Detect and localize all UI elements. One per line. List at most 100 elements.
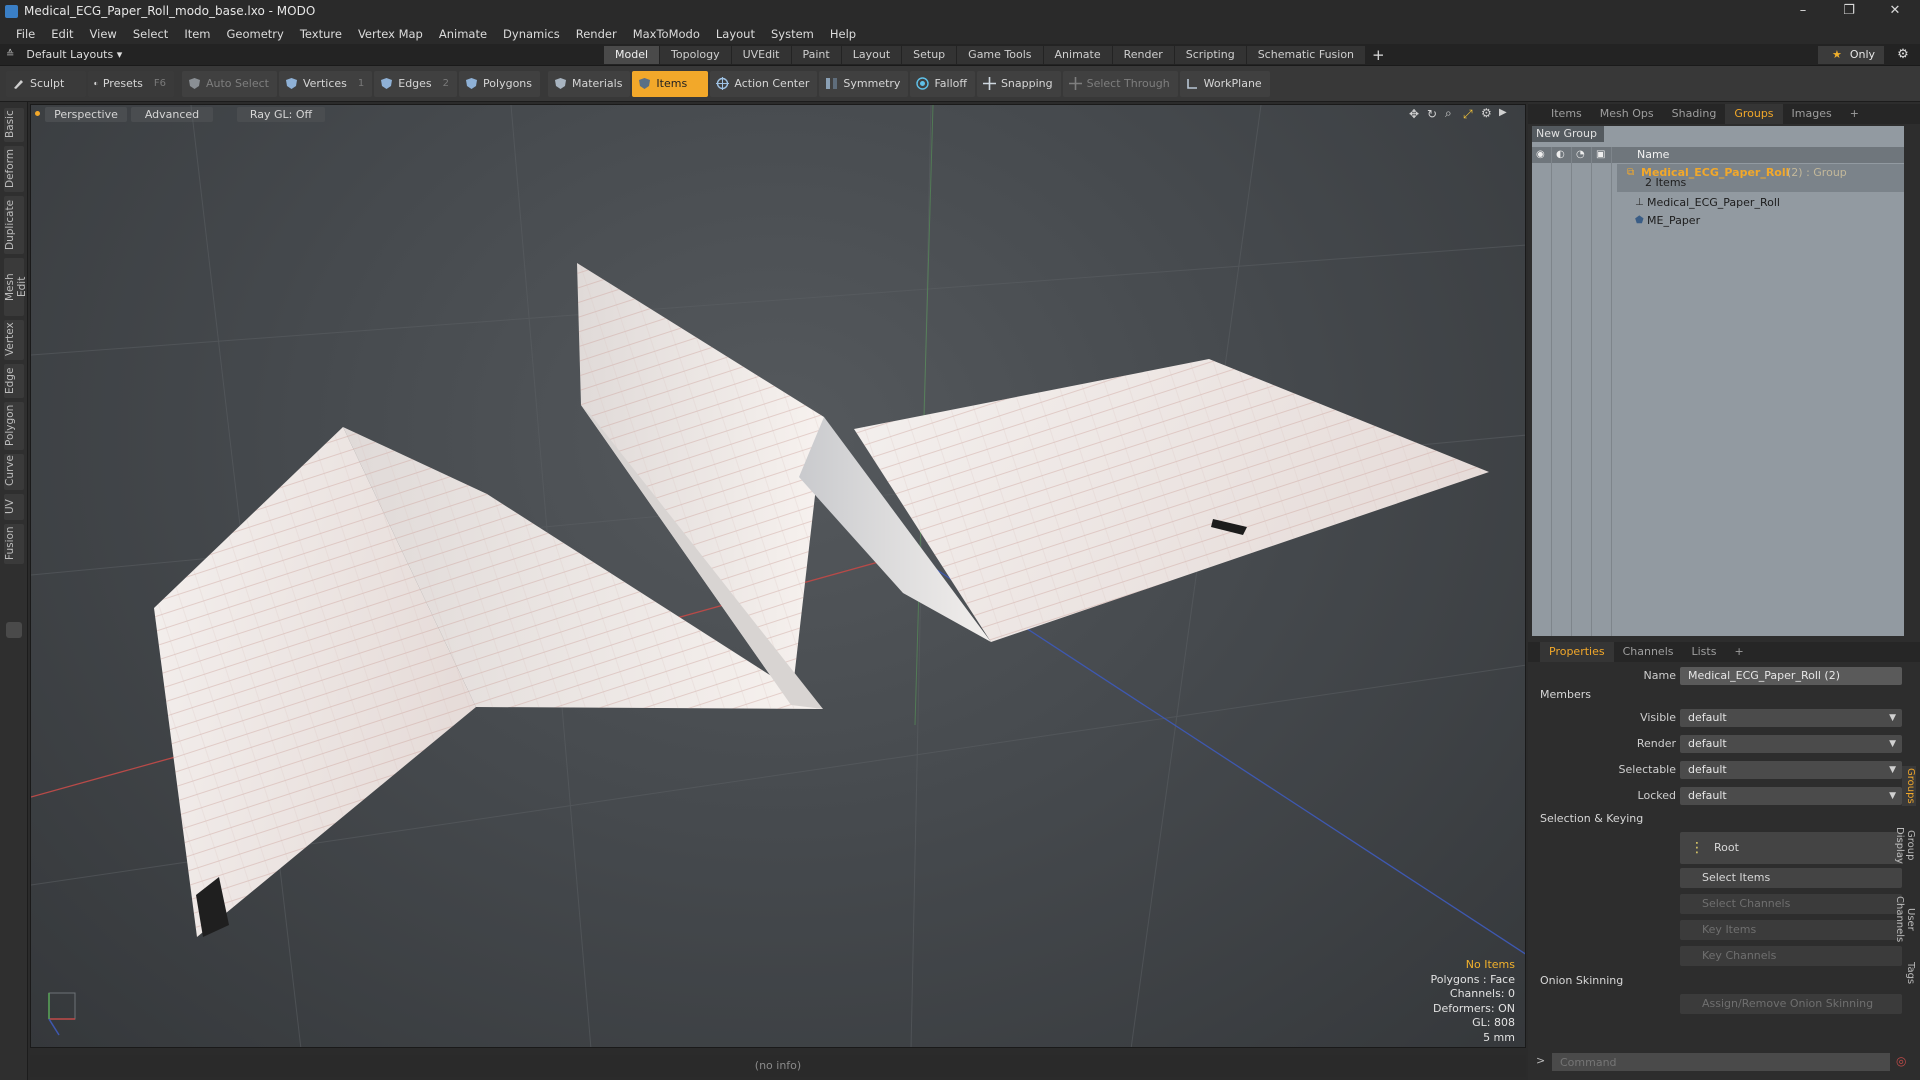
new-group-button[interactable]: New Group [1532,126,1604,142]
assign-onion-skinning-button[interactable]: Assign/Remove Onion Skinning [1680,994,1902,1014]
only-toggle[interactable]: ★ Only [1818,46,1884,64]
render-dropdown[interactable]: default ▼ [1680,735,1902,753]
left-panel-toggle-button[interactable] [6,622,22,638]
polygons-button[interactable]: Polygons [459,70,540,97]
snapping-icon [982,77,996,90]
3d-viewport[interactable]: Perspective Advanced Ray GL: Off ✥ ↻ ⌕ ⤢… [30,104,1526,1048]
layout-tab-render[interactable]: Render [1112,46,1174,64]
side-tab-groups[interactable]: Groups [1902,766,1916,806]
menu-dynamics[interactable]: Dynamics [495,24,568,44]
left-tab-edge[interactable]: Edge [4,364,24,398]
menu-file[interactable]: File [8,24,43,44]
menu-render[interactable]: Render [568,24,625,44]
add-layout-tab-button[interactable]: + [1372,46,1385,64]
presets-button[interactable]: Presets F6 [88,70,174,97]
menu-select[interactable]: Select [125,24,176,44]
window-title: Medical_ECG_Paper_Roll_modo_base.lxo - M… [24,4,316,18]
tab-properties[interactable]: Properties [1540,642,1614,662]
menu-maxtomodo[interactable]: MaxToModo [625,24,708,44]
group-row-medical-ecg-paper-roll[interactable]: ⧉ Medical_ECG_Paper_Roll (2) : Group 2 I… [1617,164,1904,192]
tab-mesh-ops[interactable]: Mesh Ops [1591,104,1663,124]
layout-tab-scripting[interactable]: Scripting [1174,46,1246,64]
layout-tab-paint[interactable]: Paint [791,46,841,64]
presets-icon [94,81,98,86]
polygons-shield-icon [466,78,478,89]
left-tab-polygon[interactable]: Polygon [4,402,24,450]
workplane-button[interactable]: WorkPlane [1179,70,1270,97]
left-tab-mesh-edit[interactable]: Mesh Edit [4,258,28,316]
action-center-button[interactable]: Action Center [710,70,818,97]
tab-shading[interactable]: Shading [1663,104,1726,124]
selection-keying-section[interactable]: Selection & Keying [1540,812,1643,825]
tree-row-mesh-item[interactable]: ⊥ Medical_ECG_Paper_Roll [1617,194,1904,212]
menu-help[interactable]: Help [822,24,864,44]
command-history-icon[interactable]: ◎ [1896,1054,1906,1068]
locked-dropdown[interactable]: default ▼ [1680,787,1902,805]
layout-dropdown[interactable]: ≙ Default Layouts ▾ [6,47,122,63]
side-tab-tags[interactable]: Tags [1902,958,1916,988]
layout-tab-uvedit[interactable]: UVEdit [731,46,791,64]
layout-tab-schematic-fusion[interactable]: Schematic Fusion [1246,46,1366,64]
members-section[interactable]: Members [1540,688,1591,701]
material-item-name: ME_Paper [1647,214,1701,227]
layout-tab-game-tools[interactable]: Game Tools [957,46,1043,64]
auto-select-button[interactable]: Auto Select [182,70,277,97]
onion-skinning-section[interactable]: Onion Skinning [1540,974,1623,987]
materials-button[interactable]: Materials [548,70,631,97]
select-channels-button[interactable]: Select Channels [1680,894,1902,914]
key-channels-button[interactable]: Key Channels [1680,946,1902,966]
sculpt-button[interactable]: Sculpt [6,70,86,97]
left-tab-vertex[interactable]: Vertex [4,320,24,360]
restore-button[interactable]: ❐ [1826,0,1872,22]
left-tab-uv[interactable]: UV [4,494,24,520]
left-tab-basic[interactable]: Basic [4,108,24,142]
menu-geometry[interactable]: Geometry [219,24,292,44]
settings-gear-icon[interactable]: ⚙ [1894,46,1912,64]
command-input[interactable] [1552,1053,1890,1071]
tab-channels[interactable]: Channels [1614,642,1683,662]
tree-row-material[interactable]: ⬟ ME_Paper [1617,212,1904,230]
minimize-button[interactable]: – [1780,0,1826,22]
edges-button[interactable]: Edges 2 [374,70,458,97]
menu-layout[interactable]: Layout [708,24,763,44]
left-tab-duplicate[interactable]: Duplicate [4,196,24,254]
layout-tab-model[interactable]: Model [604,46,660,64]
close-button[interactable]: ✕ [1872,0,1918,22]
visible-dropdown[interactable]: default ▼ [1680,709,1902,727]
menu-view[interactable]: View [82,24,125,44]
select-items-button[interactable]: Select Items [1680,868,1902,888]
left-tab-deform[interactable]: Deform [4,146,24,192]
menu-system[interactable]: System [763,24,822,44]
tab-groups[interactable]: Groups [1725,104,1783,124]
menu-edit[interactable]: Edit [43,24,81,44]
snapping-label: Snapping [1000,76,1053,90]
layout-tab-layout[interactable]: Layout [841,46,902,64]
locked-row: Locked default ▼ [1532,786,1904,806]
name-field[interactable]: Medical_ECG_Paper_Roll (2) [1680,667,1902,685]
left-tab-fusion[interactable]: Fusion [4,524,24,564]
add-properties-tab-button[interactable]: + [1725,642,1752,662]
vertices-button[interactable]: Vertices 1 [278,70,373,97]
side-tab-group-display[interactable]: Group Display [1894,810,1916,880]
selectable-dropdown[interactable]: default ▼ [1680,761,1902,779]
layout-tab-animate[interactable]: Animate [1043,46,1112,64]
left-tab-curve[interactable]: Curve [4,454,24,490]
menu-vertex-map[interactable]: Vertex Map [350,24,431,44]
layout-tab-topology[interactable]: Topology [660,46,731,64]
key-items-button[interactable]: Key Items [1680,920,1902,940]
add-tab-button[interactable]: + [1841,104,1868,124]
side-tab-user-channels[interactable]: User Channels [1894,884,1916,954]
items-button[interactable]: Items [632,70,709,97]
tab-images[interactable]: Images [1783,104,1841,124]
tab-lists[interactable]: Lists [1683,642,1726,662]
menu-texture[interactable]: Texture [292,24,350,44]
root-button[interactable]: ⋮ Root [1680,832,1902,864]
tab-items[interactable]: Items [1542,104,1591,124]
select-through-button[interactable]: Select Through [1062,70,1178,97]
symmetry-button[interactable]: Symmetry [819,70,909,97]
menu-item[interactable]: Item [176,24,218,44]
layout-tab-setup[interactable]: Setup [902,46,957,64]
falloff-button[interactable]: Falloff [910,70,975,97]
snapping-button[interactable]: Snapping [976,70,1061,97]
menu-animate[interactable]: Animate [431,24,495,44]
